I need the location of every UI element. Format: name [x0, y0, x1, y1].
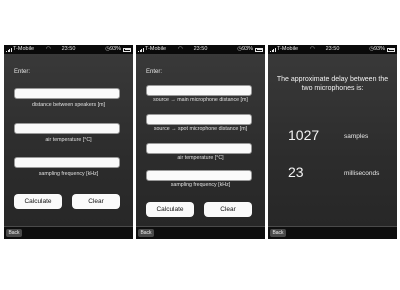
- status-bar: T-Mobile ◠ 23:50 ◷ 93%: [268, 45, 397, 54]
- battery-icon: [255, 47, 263, 52]
- main-mic-distance-label: source → main microphone distance [m]: [153, 97, 248, 103]
- enter-prompt: Enter:: [146, 69, 163, 75]
- calculate-button[interactable]: Calculate: [146, 202, 194, 217]
- sampling-frequency-input[interactable]: [14, 157, 120, 168]
- clear-button[interactable]: Clear: [204, 202, 252, 217]
- phone-screen-microphones: T-Mobile ◠ 23:50 ◷ 93% Enter: source → m…: [136, 45, 265, 239]
- speaker-distance-label: distance between speakers [m]: [31, 102, 106, 108]
- back-button[interactable]: Back: [270, 229, 286, 237]
- calculate-button[interactable]: Calculate: [14, 194, 62, 209]
- battery-icon: [123, 47, 131, 52]
- air-temperature-label: air temperature [°C]: [177, 155, 224, 161]
- air-temperature-label: air temperature [°C]: [45, 137, 92, 143]
- battery-percent: 93%: [109, 46, 121, 52]
- back-button[interactable]: Back: [138, 229, 154, 237]
- spot-mic-distance-label: source → spot microphone distance [m]: [153, 126, 248, 132]
- bottom-toolbar: Back: [4, 226, 133, 239]
- battery-percent: 93%: [373, 46, 385, 52]
- spot-mic-distance-input[interactable]: [146, 114, 252, 125]
- delay-ms-value: 23: [288, 164, 304, 180]
- delay-samples-value: 1027: [288, 127, 320, 143]
- status-bar: T-Mobile ◠ 23:50 ◷ 93%: [136, 45, 265, 54]
- bottom-toolbar: Back: [136, 226, 265, 239]
- delay-ms-unit: milliseconds: [344, 170, 380, 177]
- result-heading: The approximate delay between the two mi…: [276, 76, 389, 92]
- bottom-toolbar: Back: [268, 226, 397, 239]
- back-button[interactable]: Back: [6, 229, 22, 237]
- phone-screen-result: T-Mobile ◠ 23:50 ◷ 93% The approximate d…: [268, 45, 397, 239]
- air-temperature-input[interactable]: [14, 123, 120, 134]
- battery-icon: [387, 47, 395, 52]
- sampling-frequency-label: sampling frequency [kHz]: [38, 171, 99, 177]
- sampling-frequency-input[interactable]: [146, 170, 252, 181]
- phone-screen-speakers: T-Mobile ◠ 23:50 ◷ 93% Enter: distance b…: [4, 45, 133, 239]
- air-temperature-input[interactable]: [146, 143, 252, 154]
- speaker-distance-input[interactable]: [14, 88, 120, 99]
- delay-samples-unit: samples: [344, 133, 369, 140]
- enter-prompt: Enter:: [14, 69, 31, 75]
- main-mic-distance-input[interactable]: [146, 85, 252, 96]
- battery-percent: 93%: [241, 46, 253, 52]
- sampling-frequency-label: sampling frequency [kHz]: [170, 182, 231, 188]
- clear-button[interactable]: Clear: [72, 194, 120, 209]
- status-bar: T-Mobile ◠ 23:50 ◷ 93%: [4, 45, 133, 54]
